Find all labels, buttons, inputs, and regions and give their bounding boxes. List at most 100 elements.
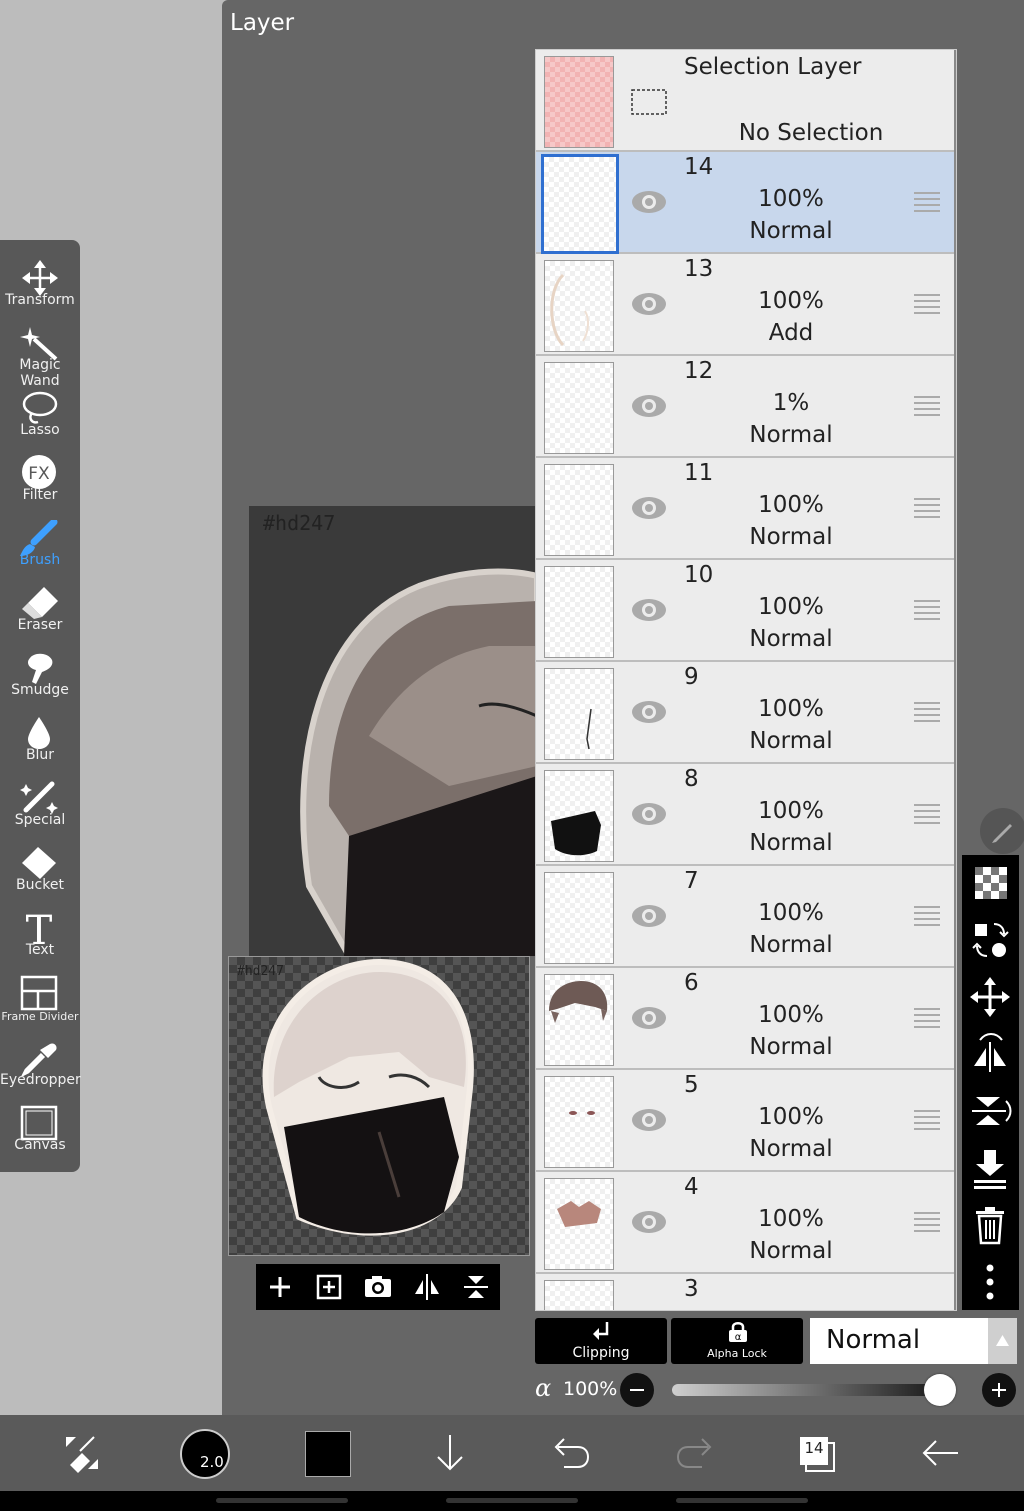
tool-lasso[interactable]: Lasso [0, 378, 80, 443]
layer-row-3[interactable]: 3 [536, 1274, 954, 1310]
selection-layer-row[interactable]: Selection Layer No Selection [536, 50, 954, 152]
alpha-slider[interactable] [672, 1374, 956, 1406]
add-layer-button[interactable] [256, 1264, 305, 1310]
tool-smudge[interactable]: Smudge [0, 638, 80, 703]
drag-handle-icon[interactable] [914, 192, 940, 212]
visibility-eye-icon[interactable] [630, 1004, 668, 1032]
layer-row-11[interactable]: 11 100% Normal [536, 458, 954, 560]
layer-thumbnail [544, 1076, 614, 1168]
back-button[interactable] [918, 1433, 962, 1473]
clipping-button[interactable]: Clipping [535, 1318, 667, 1364]
drag-handle-icon[interactable] [914, 1212, 940, 1232]
tool-blur[interactable]: Blur [0, 703, 80, 768]
flip-vertical-layer-button[interactable] [962, 1083, 1019, 1139]
tool-frame-divider[interactable]: Frame Divider [0, 963, 80, 1028]
redo-button[interactable] [674, 1433, 714, 1473]
lock-icon: α [729, 1322, 747, 1343]
layer-row-9[interactable]: 9 100% Normal [536, 662, 954, 764]
visibility-eye-icon[interactable] [630, 902, 668, 930]
drag-handle-icon[interactable] [914, 1008, 940, 1028]
tool-transform[interactable]: Transform [0, 248, 80, 313]
layers-button[interactable]: 14 [798, 1435, 838, 1475]
alpha-slider-thumb[interactable] [924, 1374, 956, 1406]
download-button[interactable] [430, 1431, 470, 1475]
add-layer-copy-button[interactable] [305, 1264, 354, 1310]
visibility-eye-icon[interactable] [630, 698, 668, 726]
canvas-icon [20, 1105, 58, 1141]
swap-button[interactable] [962, 912, 1019, 968]
nav-recent-handle[interactable] [216, 1498, 348, 1503]
brush-size-button[interactable]: 2.0 [180, 1429, 230, 1479]
layer-row-4[interactable]: 4 100% Normal [536, 1172, 954, 1274]
tool-special[interactable]: Special [0, 768, 80, 833]
visibility-eye-icon[interactable] [630, 800, 668, 828]
layer-row-12[interactable]: 12 1% Normal [536, 356, 954, 458]
layer-row-13[interactable]: 13 100% Add [536, 254, 954, 356]
delete-layer-button[interactable] [962, 1197, 1019, 1253]
drag-handle-icon[interactable] [914, 498, 940, 518]
quick-tools-button[interactable] [60, 1431, 104, 1475]
canvas-preview[interactable]: #hd247 [228, 956, 530, 1256]
merge-down-button[interactable] [962, 1140, 1019, 1196]
pencil-icon [992, 824, 1012, 843]
canvas-artwork[interactable]: #hd247 [249, 506, 537, 956]
visibility-eye-icon[interactable] [630, 494, 668, 522]
flip-horizontal-button[interactable] [403, 1264, 452, 1310]
layer-blend-mode: Normal [749, 830, 833, 856]
tool-eraser[interactable]: Eraser [0, 573, 80, 638]
special-icon [20, 781, 58, 814]
tool-canvas[interactable]: Canvas [0, 1093, 80, 1158]
alpha-increase-button[interactable] [982, 1373, 1016, 1407]
alpha-decrease-button[interactable] [620, 1373, 654, 1407]
nav-home-handle[interactable] [446, 1498, 578, 1503]
transparency-button[interactable] [962, 855, 1019, 911]
edit-layer-button[interactable] [980, 808, 1024, 854]
blend-mode-dropdown-button[interactable] [988, 1318, 1017, 1364]
flip-vertical-button[interactable] [452, 1264, 501, 1310]
drag-handle-icon[interactable] [914, 702, 940, 722]
undo-button[interactable] [552, 1433, 592, 1473]
flip-horizontal-layer-button[interactable] [962, 1026, 1019, 1082]
tool-magic-wand[interactable]: Magic Wand [0, 313, 80, 389]
layer-row-5[interactable]: 5 100% Normal [536, 1070, 954, 1172]
drag-handle-icon[interactable] [914, 804, 940, 824]
visibility-eye-icon[interactable] [630, 188, 668, 216]
visibility-eye-icon[interactable] [630, 1106, 668, 1134]
tool-brush[interactable]: Brush [0, 508, 80, 573]
eraser-icon [22, 587, 58, 619]
tool-eyedropper[interactable]: Eyedropper [0, 1028, 81, 1093]
tool-bucket[interactable]: Bucket [0, 833, 80, 898]
blend-mode-select[interactable]: Normal [810, 1318, 988, 1364]
drag-handle-icon[interactable] [914, 600, 940, 620]
visibility-eye-icon[interactable] [630, 392, 668, 420]
color-swatch[interactable] [305, 1431, 351, 1477]
tool-filter[interactable]: FX Filter [0, 443, 80, 508]
fx-icon: FX [22, 455, 56, 489]
layer-row-6[interactable]: 6 100% Normal [536, 968, 954, 1070]
layer-opacity: 100% [758, 288, 824, 314]
drag-handle-icon[interactable] [914, 1110, 940, 1130]
visibility-eye-icon[interactable] [630, 596, 668, 624]
visibility-eye-icon[interactable] [630, 290, 668, 318]
layer-list[interactable]: Selection Layer No Selection 14 100% Nor… [535, 49, 957, 1311]
layer-name: 4 [684, 1174, 699, 1200]
move-button[interactable] [962, 969, 1019, 1025]
visibility-eye-icon[interactable] [630, 1208, 668, 1236]
eyedropper-icon [21, 1043, 57, 1076]
layer-thumbnail [544, 464, 614, 556]
alpha-lock-button[interactable]: α Alpha Lock [671, 1318, 803, 1364]
camera-button[interactable] [354, 1264, 403, 1310]
layer-blend-mode: Add [768, 320, 814, 346]
tool-text[interactable]: T Text [0, 898, 80, 963]
drag-handle-icon[interactable] [914, 906, 940, 926]
layer-row-10[interactable]: 10 100% Normal [536, 560, 954, 662]
drag-handle-icon[interactable] [914, 396, 940, 416]
nav-back-handle[interactable] [676, 1498, 808, 1503]
layer-row-8[interactable]: 8 100% Normal [536, 764, 954, 866]
layer-row-7[interactable]: 7 100% Normal [536, 866, 954, 968]
layer-row-14[interactable]: 14 100% Normal [536, 152, 954, 254]
more-options-button[interactable] [962, 1254, 1019, 1310]
bucket-icon [22, 847, 56, 879]
drag-handle-icon[interactable] [914, 294, 940, 314]
smudge-icon [28, 653, 53, 684]
